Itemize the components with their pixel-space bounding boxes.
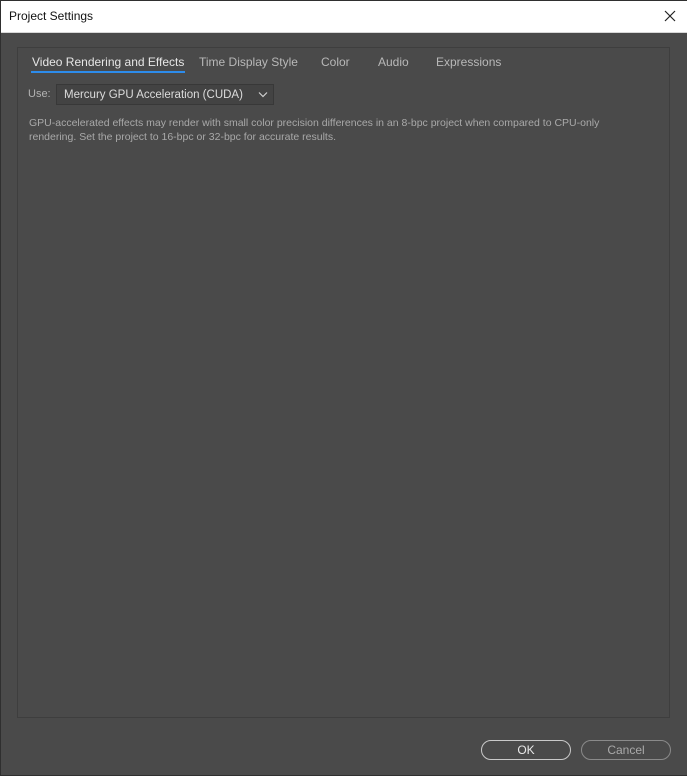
renderer-dropdown-value: Mercury GPU Acceleration (CUDA)	[64, 89, 243, 101]
renderer-dropdown[interactable]: Mercury GPU Acceleration (CUDA)	[56, 84, 274, 105]
tab-expressions[interactable]: Expressions	[436, 55, 501, 69]
project-settings-dialog: Project Settings Video Rendering and Eff…	[0, 0, 687, 776]
active-tab-indicator	[31, 71, 186, 73]
tab-color[interactable]: Color	[321, 55, 350, 69]
tab-label: Color	[321, 55, 350, 69]
title-bar: Project Settings	[1, 1, 687, 33]
tab-audio[interactable]: Audio	[378, 55, 409, 69]
tab-label: Video Rendering and Effects	[32, 55, 185, 69]
chevron-down-icon	[258, 92, 268, 98]
close-button[interactable]	[653, 1, 687, 32]
tab-label: Audio	[378, 55, 409, 69]
ok-button[interactable]: OK	[481, 740, 571, 760]
cancel-button[interactable]: Cancel	[581, 740, 671, 760]
gpu-info-text: GPU-accelerated effects may render with …	[29, 117, 600, 143]
tab-video-rendering-and-effects[interactable]: Video Rendering and Effects	[31, 55, 186, 73]
window-title: Project Settings	[9, 9, 94, 23]
settings-panel	[17, 47, 670, 718]
tab-label: Expressions	[436, 55, 502, 69]
tab-time-display-style[interactable]: Time Display Style	[199, 55, 298, 69]
use-label: Use:	[28, 88, 51, 100]
close-icon	[664, 10, 676, 22]
tab-label: Time Display Style	[199, 55, 298, 69]
